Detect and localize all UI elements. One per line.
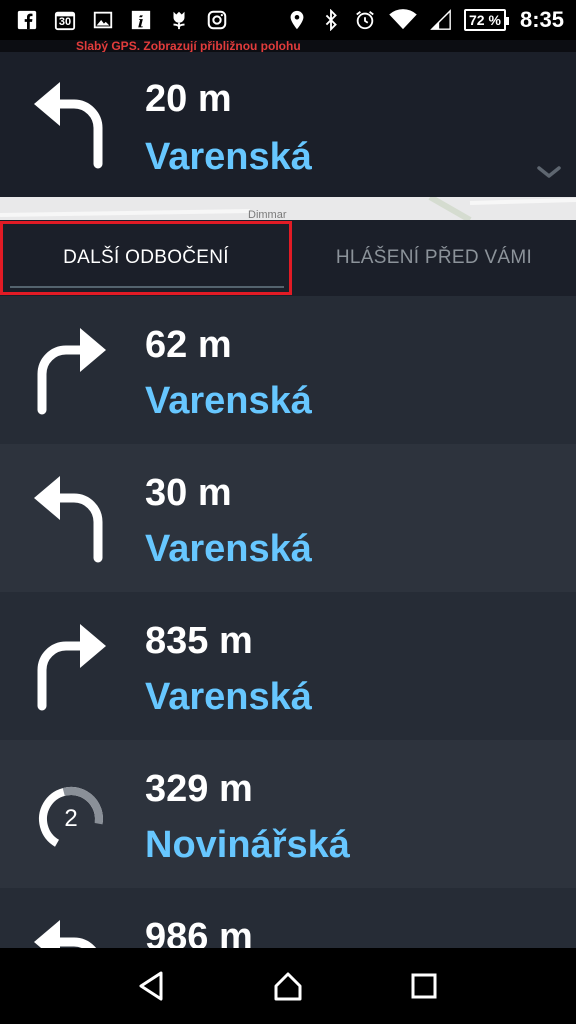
wifi-icon [388, 9, 418, 31]
turn-left-icon [30, 474, 110, 564]
list-item[interactable]: 30 m Varenská [0, 444, 576, 592]
recents-button[interactable] [404, 966, 444, 1006]
tulip-icon [168, 9, 190, 31]
turn-right-icon [30, 326, 110, 416]
bluetooth-icon [320, 9, 342, 31]
facebook-icon [16, 9, 38, 31]
signal-icon [430, 9, 452, 31]
info-icon [130, 9, 152, 31]
status-bar: 30 72 % 8:35 [0, 0, 576, 40]
turn-street: Varenská [145, 676, 312, 718]
turn-distance: 835 m [145, 620, 253, 662]
image-icon [92, 9, 114, 31]
tab-next-turns[interactable]: DALŠÍ ODBOČENÍ [0, 220, 292, 296]
list-item[interactable]: 986 m [0, 888, 576, 948]
roundabout-exit-number: 2 [64, 805, 78, 832]
tab-reports-ahead[interactable]: HLÁŠENÍ PŘED VÁMI [292, 220, 576, 296]
gps-warning-banner: Slabý GPS. Zobrazují přibližnou polohu [0, 40, 576, 52]
map-street-label: Dimmar [248, 209, 287, 220]
current-street: Varenská [145, 136, 312, 178]
turn-street: Varenská [145, 380, 312, 422]
calendar-day: 30 [58, 16, 72, 28]
map-preview[interactable]: Dimmar [0, 197, 576, 220]
tab-highlight-box [0, 221, 292, 295]
home-icon [274, 972, 302, 1001]
instagram-icon [206, 9, 228, 31]
list-item[interactable]: 62 m Varenská [0, 296, 576, 444]
system-nav-bar [0, 948, 576, 1024]
location-icon [286, 9, 308, 31]
turn-left-icon [30, 80, 110, 170]
back-triangle-icon [139, 971, 163, 1001]
alarm-icon [354, 9, 376, 31]
turn-distance: 62 m [145, 324, 232, 366]
list-item[interactable]: 2 329 m Novinářská [0, 740, 576, 888]
clock: 8:35 [519, 7, 564, 32]
turn-street: Novinářská [145, 824, 350, 866]
list-item[interactable]: 835 m Varenská [0, 592, 576, 740]
turn-left-icon [30, 918, 110, 948]
tab-reports-ahead-label: HLÁŠENÍ PŘED VÁMI [335, 247, 533, 268]
calendar-30-icon: 30 [54, 9, 76, 31]
recents-square-icon [411, 973, 437, 999]
tab-bar: DALŠÍ ODBOČENÍ HLÁŠENÍ PŘED VÁMI [0, 220, 576, 296]
battery-level: 72 % [463, 9, 509, 31]
turn-distance: 329 m [145, 768, 253, 810]
turn-distance: 986 m [145, 916, 253, 948]
turn-distance: 30 m [145, 472, 232, 514]
back-button[interactable] [132, 966, 172, 1006]
turn-list[interactable]: 62 m Varenská 30 m Varenská 835 m Varens… [0, 296, 576, 948]
roundabout-icon: 2 [36, 784, 106, 854]
home-button[interactable] [268, 966, 308, 1006]
chevron-down-icon[interactable] [536, 164, 562, 180]
turn-street: Varenská [145, 528, 312, 570]
current-instruction[interactable]: 20 m Varenská [0, 52, 576, 197]
turn-right-icon [30, 622, 110, 712]
current-distance: 20 m [145, 78, 232, 120]
